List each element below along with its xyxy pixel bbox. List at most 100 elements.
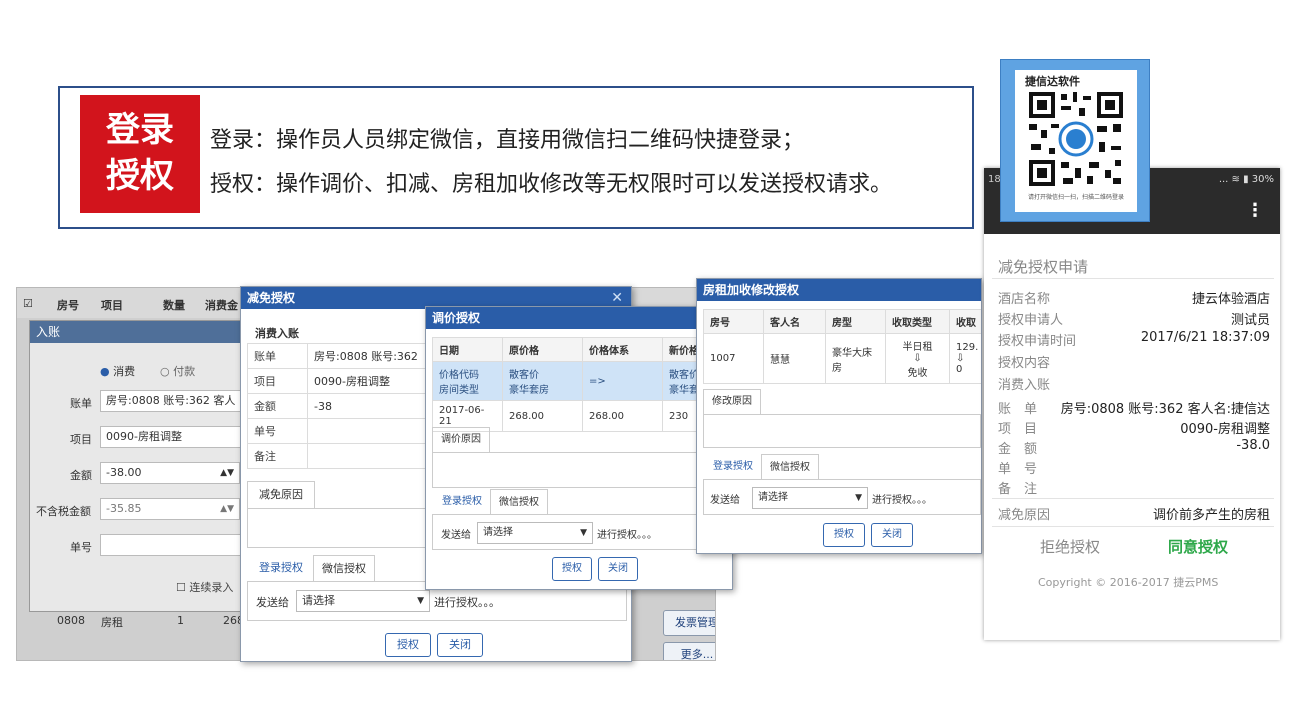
stepper-icon[interactable]: ▲▼ <box>220 463 234 483</box>
tab-login-auth[interactable]: 登录授权 <box>705 454 761 480</box>
grid-col-item: 项目 <box>101 299 123 312</box>
notax-label: 不含税金额 <box>36 505 91 518</box>
price-cell: 散客价 豪华套房 <box>502 361 583 401</box>
tab-wechat-auth[interactable]: 微信授权 <box>490 489 548 515</box>
auth-button[interactable]: 授权 <box>552 557 592 581</box>
rent-cell: 豪华大床房 <box>825 333 886 384</box>
rent-col-guest: 客人名 <box>763 309 826 334</box>
checkbox-icon[interactable]: ☑ <box>23 297 33 310</box>
reduce-reason-tab[interactable]: 减免原因 <box>247 481 315 509</box>
tab-login-auth[interactable]: 登录授权 <box>434 489 490 515</box>
qr-code-icon <box>1027 90 1125 188</box>
rent-reason-input[interactable] <box>703 414 981 448</box>
tab-wechat-auth[interactable]: 微信授权 <box>761 454 819 480</box>
rent-col-type: 房型 <box>825 309 886 334</box>
notax-field[interactable]: -35.85 ▲▼ <box>100 498 240 520</box>
reduce-label: 金额 <box>247 393 308 419</box>
phone-row-consume: 消费入账 <box>998 378 1051 393</box>
stepper-icon[interactable]: ▲▼ <box>220 499 234 519</box>
phone-row-bill: 账 单房号:0808 账号:362 客人名:捷信达 <box>998 402 1270 417</box>
radio-consume[interactable]: ● 消费 <box>100 363 135 379</box>
bill-field[interactable]: 房号:0808 账号:362 客人 <box>100 390 246 412</box>
price-reason-tab[interactable]: 调价原因 <box>432 427 490 453</box>
grid-col-room: 房号 <box>57 299 79 312</box>
tab-login-auth[interactable]: 登录授权 <box>251 555 311 581</box>
price-table: 日期 原价格 价格体系 新价格 价格代码 房间类型 散客价 豪华套房 => 散客价豪… <box>432 337 732 432</box>
reduce-label: 账单 <box>247 343 308 369</box>
overflow-menu-icon[interactable]: ⋮ <box>1246 200 1264 221</box>
agree-button[interactable]: 同意授权 <box>1168 536 1228 557</box>
phone-copyright: Copyright © 2016-2017 捷云PMS <box>1038 576 1219 589</box>
recipient-select[interactable]: 请选择 ▼ <box>296 590 430 612</box>
grid-cell-room: 0808 <box>57 614 85 627</box>
amount-label: 金额 <box>70 469 92 482</box>
auth-button[interactable]: 授权 <box>385 633 431 657</box>
radio-pay[interactable]: ○ 付款 <box>160 363 195 379</box>
price-cell: 268.00 <box>582 400 663 432</box>
tab-wechat-auth[interactable]: 微信授权 <box>313 555 375 581</box>
close-button[interactable]: 关闭 <box>437 633 483 657</box>
send-to-label: 发送给 <box>256 596 289 609</box>
auth-progress: 进行授权。。。 <box>597 530 657 541</box>
phone-row-applicant: 授权申请人 测试员 <box>998 313 1270 328</box>
auth-progress: 进行授权。。。 <box>434 596 500 609</box>
price-col-old: 原价格 <box>502 337 583 362</box>
recipient-select[interactable]: 请选择 ▼ <box>477 522 593 544</box>
rent-cell: 半日租 ⇩ 免收 <box>885 333 950 384</box>
banner-line-auth: 授权：操作调价、扣减、房租加收修改等无权限时可以发送授权请求。 <box>210 172 893 197</box>
item-label: 项目 <box>70 433 92 446</box>
phone-row-note: 备 注 <box>998 482 1038 497</box>
grid-col-amount: 消费金 <box>205 299 238 312</box>
price-reason-input[interactable] <box>432 452 732 488</box>
price-col-date: 日期 <box>432 337 503 362</box>
grid-cell-qty: 1 <box>177 614 184 627</box>
phone-screen: 18 ... ≋ ▮ 30% ⋮ 减免授权申请 酒店名称 捷云体验酒店 授权申请人… <box>984 168 1280 640</box>
close-button[interactable]: 关闭 <box>598 557 638 581</box>
price-cell: 268.00 <box>502 400 583 432</box>
price-cell: 价格代码 房间类型 <box>432 361 503 401</box>
rent-col-charge-type: 收取类型 <box>885 309 950 334</box>
auth-progress: 进行授权。。。 <box>872 495 932 506</box>
no-field[interactable] <box>100 534 246 556</box>
rent-cell: 1007 <box>703 333 764 384</box>
rent-cell: 129. ⇩ 0 <box>949 333 981 384</box>
phone-row-reason: 减免原因 调价前多产生的房租 <box>998 508 1270 523</box>
rent-reason-tab[interactable]: 修改原因 <box>703 389 761 415</box>
qr-panel: 捷信达软件 请打开微信扫一扫，扫描二维码登录 <box>1015 70 1137 212</box>
price-col-system: 价格体系 <box>582 337 663 362</box>
phone-row-content: 授权内容 <box>998 356 1051 371</box>
auth-button[interactable]: 授权 <box>823 523 865 547</box>
entry-dialog-title: 入账 <box>30 321 244 343</box>
rent-send-panel: 发送给 请选择 ▼ 进行授权。。。 <box>703 479 981 515</box>
badge-line2: 授权 <box>106 156 174 196</box>
reduce-section-title: 消费入账 <box>255 327 299 340</box>
phone-heading: 减免授权申请 <box>998 258 1089 276</box>
phone-row-hotel: 酒店名称 捷云体验酒店 <box>998 292 1270 307</box>
entry-dialog: 入账 ● 消费 ○ 付款 账单 房号:0808 账号:362 客人 项目 009… <box>29 320 246 612</box>
recipient-select[interactable]: 请选择 ▼ <box>752 487 868 509</box>
close-button[interactable]: 关闭 <box>871 523 913 547</box>
continuous-checkbox[interactable]: ☐ 连续录入 <box>176 579 233 595</box>
rent-table: 房号 客人名 房型 收取类型 收取 1007 慧慧 豪华大床房 半日租 ⇩ 免收 1… <box>703 309 981 384</box>
qr-caption: 请打开微信扫一扫，扫描二维码登录 <box>1027 194 1124 201</box>
phone-row-time: 授权申请时间 2017/6/21 18:37:09 <box>998 330 1270 349</box>
status-icons: ... ≋ ▮ 30% <box>1218 174 1274 185</box>
bill-label: 账单 <box>70 397 92 410</box>
rent-cell: 慧慧 <box>763 333 826 384</box>
reject-button[interactable]: 拒绝授权 <box>1040 536 1100 557</box>
invoice-button[interactable]: 发票管理 <box>663 610 715 636</box>
qr-title: 捷信达软件 <box>1025 75 1080 88</box>
reduce-label: 项目 <box>247 368 308 394</box>
grid-cell-item: 房租 <box>101 616 123 629</box>
price-dialog-title: 调价授权 <box>426 307 732 329</box>
reduce-label: 单号 <box>247 418 308 444</box>
price-send-panel: 发送给 请选择 ▼ 进行授权。。。 <box>432 514 732 550</box>
item-field[interactable]: 0090-房租调整 <box>100 426 246 448</box>
banner-line-login: 登录：操作员人员绑定微信，直接用微信扫二维码快捷登录； <box>210 128 805 153</box>
phone-row-no: 单 号 <box>998 462 1038 477</box>
price-auth-dialog: 调价授权 日期 原价格 价格体系 新价格 价格代码 房间类型 散客价 豪华套房 =>… <box>425 306 733 590</box>
more-button[interactable]: 更多... <box>663 642 715 660</box>
price-cell: => <box>582 361 663 401</box>
phone-row-item: 项 目 0090-房租调整 <box>998 422 1270 437</box>
amount-field[interactable]: -38.00 ▲▼ <box>100 462 240 484</box>
